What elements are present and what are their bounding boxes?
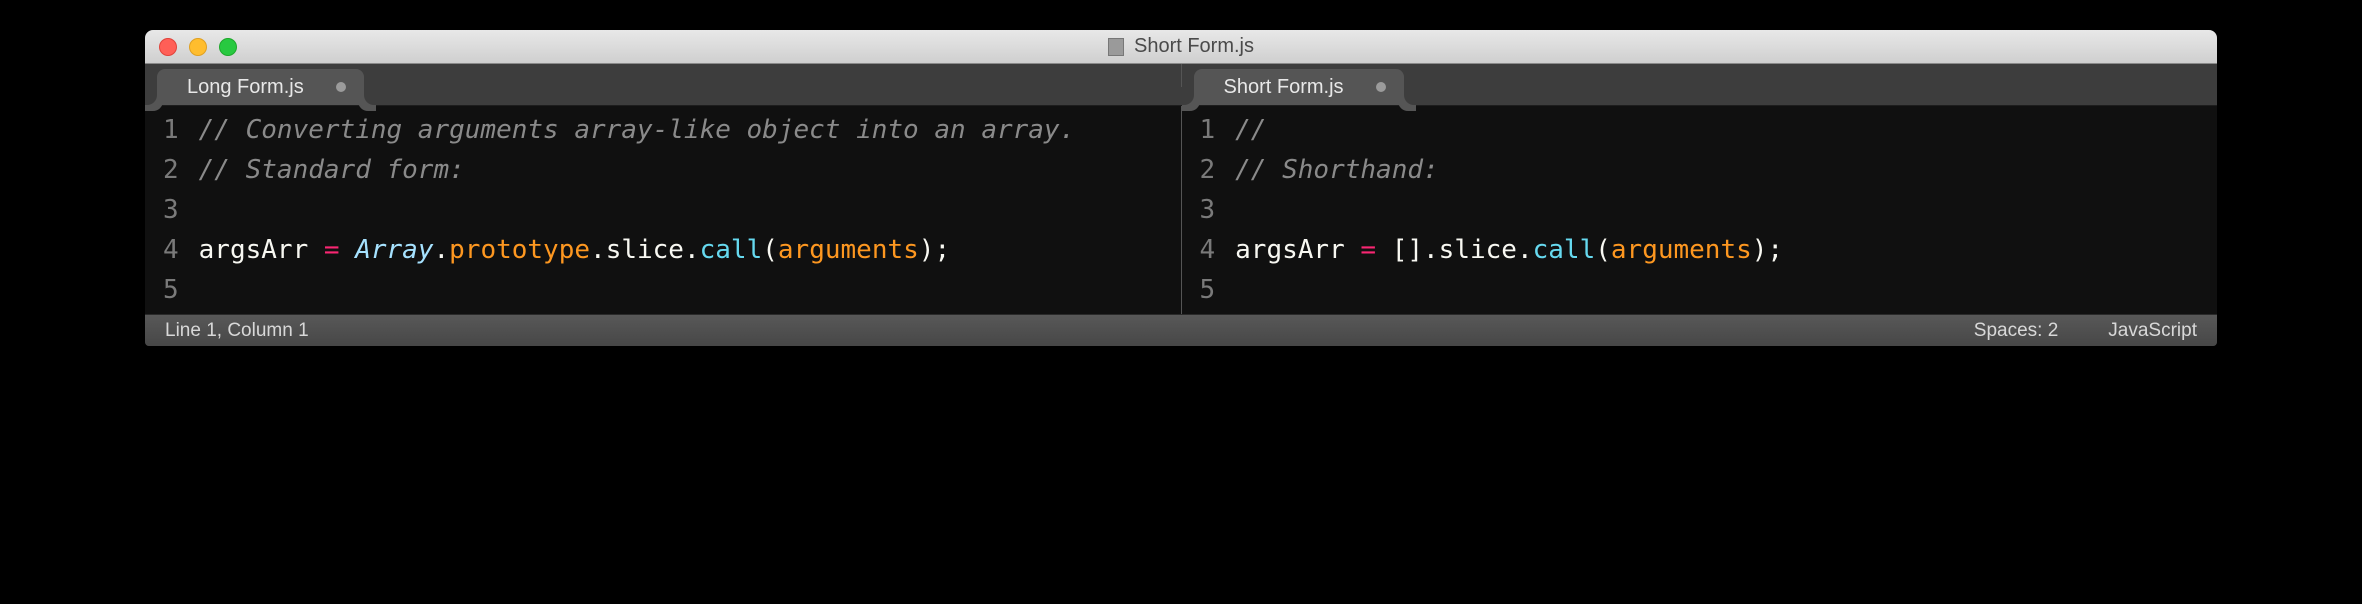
token: . [1517,235,1533,265]
line-number: 2 [163,150,179,190]
tab-short-form[interactable]: Short Form.js [1194,69,1404,105]
token: . [433,235,449,265]
window-title-group: Short Form.js [145,35,2217,58]
code-area[interactable]: // Converting arguments array-like objec… [189,106,1086,314]
token: = [324,235,340,265]
line-number: 1 [1200,110,1216,150]
line-number: 5 [163,270,179,310]
tabstrip: Long Form.js Short Form.js [145,64,2217,106]
token: . [684,235,700,265]
line-number: 2 [1200,150,1216,190]
code-line[interactable] [199,270,1076,310]
token: arguments [778,235,919,265]
token: call [700,235,763,265]
tab-label: Long Form.js [187,76,304,99]
status-bar: Line 1, Column 1 Spaces: 2 JavaScript [145,314,2217,346]
titlebar[interactable]: Short Form.js [145,30,2217,64]
token [340,235,356,265]
minimize-icon[interactable] [189,38,207,56]
token: // [1235,115,1282,145]
document-icon [1108,38,1124,56]
code-line[interactable]: // Converting arguments array-like objec… [199,110,1076,150]
code-line[interactable]: argsArr = [].slice.call(arguments); [1235,230,1783,270]
code-line[interactable] [1235,190,1783,230]
token: prototype [449,235,590,265]
token: . [590,235,606,265]
cursor-position[interactable]: Line 1, Column 1 [165,320,309,342]
token: // Converting arguments array-like objec… [199,115,1076,145]
line-gutter: 12345 [1182,106,1226,314]
line-number: 4 [1200,230,1216,270]
token: argsArr [1235,235,1360,265]
language-mode[interactable]: JavaScript [2108,320,2197,342]
token: = [1360,235,1376,265]
window-controls [159,38,237,56]
token: ( [762,235,778,265]
tabstrip-right[interactable]: Short Form.js [1181,64,2218,105]
tabstrip-left[interactable]: Long Form.js [145,64,1181,105]
dirty-indicator-icon [336,82,346,92]
window-title: Short Form.js [1134,35,1254,58]
token [1376,235,1392,265]
line-number: 3 [163,190,179,230]
editor-pane-right[interactable]: 12345 // // Shorthand: argsArr = [].slic… [1181,106,2218,314]
code-line[interactable] [199,190,1076,230]
token: arguments [1611,235,1752,265]
token: slice [606,235,684,265]
editor-window: Short Form.js Long Form.js Short Form.js… [145,30,2217,346]
tab-long-form[interactable]: Long Form.js [157,69,364,105]
token: Array [355,235,433,265]
token: // Shorthand: [1235,155,1439,185]
code-line[interactable]: // Standard form: [199,150,1076,190]
close-icon[interactable] [159,38,177,56]
line-number: 1 [163,110,179,150]
editor-pane-left[interactable]: 12345 // Converting arguments array-like… [145,106,1181,314]
token: // Standard form: [199,155,465,185]
code-line[interactable]: argsArr = Array.prototype.slice.call(arg… [199,230,1076,270]
code-line[interactable]: // Shorthand: [1235,150,1783,190]
token: ( [1595,235,1611,265]
dirty-indicator-icon [1376,82,1386,92]
token: ); [1752,235,1783,265]
line-number: 5 [1200,270,1216,310]
line-number: 4 [163,230,179,270]
line-number: 3 [1200,190,1216,230]
token: argsArr [199,235,324,265]
zoom-icon[interactable] [219,38,237,56]
code-line[interactable]: // [1235,110,1783,150]
tab-label: Short Form.js [1224,76,1344,99]
indent-setting[interactable]: Spaces: 2 [1974,320,2059,342]
line-gutter: 12345 [145,106,189,314]
code-area[interactable]: // // Shorthand: argsArr = [].slice.call… [1225,106,1793,314]
code-line[interactable] [1235,270,1783,310]
token: ); [919,235,950,265]
token: call [1533,235,1596,265]
token: slice [1439,235,1517,265]
editor-split: 12345 // Converting arguments array-like… [145,106,2217,314]
token: []. [1392,235,1439,265]
